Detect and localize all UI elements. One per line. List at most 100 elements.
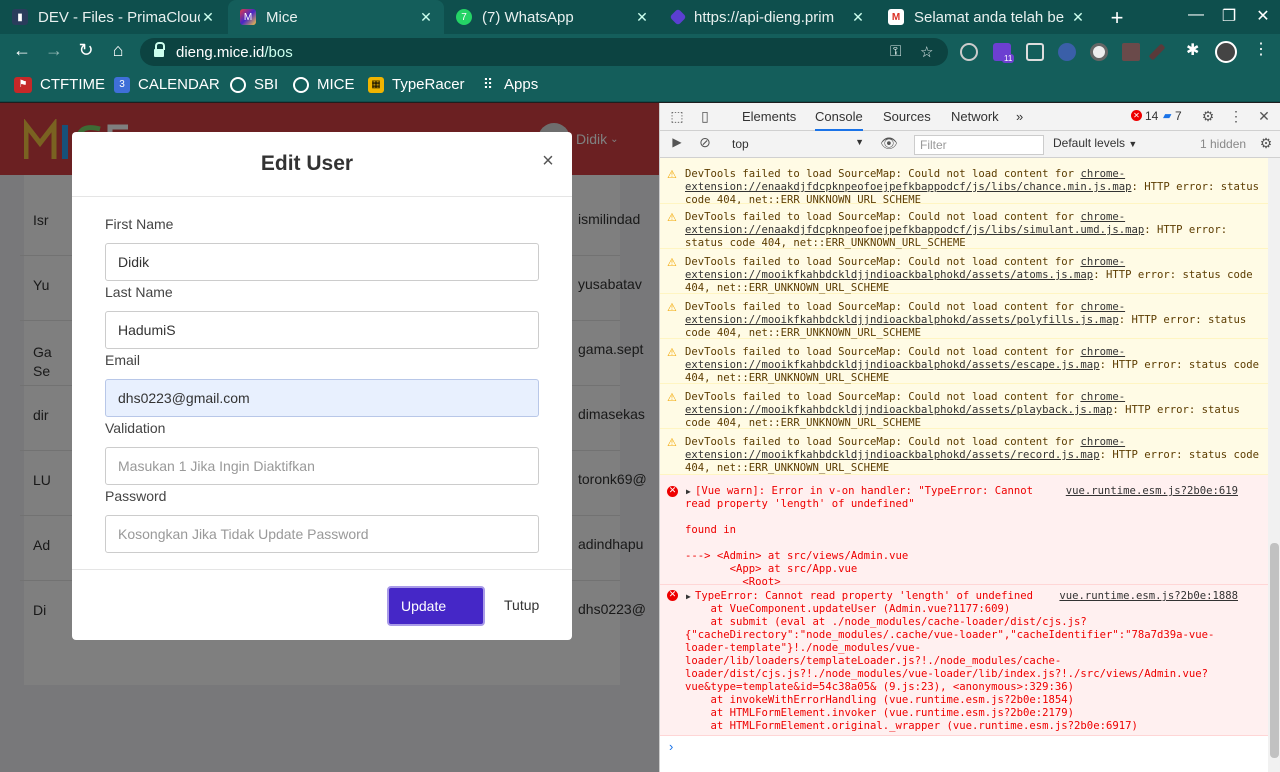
tab-primacloud[interactable]: ▮ DEV - Files - PrimaCloud ✕	[0, 0, 226, 34]
new-tab-button[interactable]: +	[1106, 5, 1128, 31]
reload-icon[interactable]: ↻	[74, 40, 98, 61]
console-settings-icon[interactable]: ⚙	[1258, 135, 1274, 152]
box-extension-icon[interactable]	[1122, 43, 1140, 61]
close-icon[interactable]: ✕	[418, 9, 434, 26]
last-name-input[interactable]: HadumiS	[105, 311, 539, 349]
first-name-label: First Name	[105, 216, 174, 232]
context-selector[interactable]: top ▼	[732, 137, 864, 151]
close-icon[interactable]: ✕	[634, 9, 650, 26]
tab-network[interactable]: Network	[951, 109, 999, 124]
forward-arrow-icon[interactable]: →	[42, 40, 66, 61]
close-icon[interactable]: ✕	[200, 9, 216, 26]
star-icon[interactable]: ☆	[920, 43, 933, 61]
close-icon[interactable]: ✕	[1256, 108, 1272, 125]
validation-input[interactable]: Masukan 1 Jika Ingin Diaktifkan	[105, 447, 539, 485]
globe-extension-icon[interactable]	[960, 43, 978, 61]
warning-icon: ⚠	[667, 256, 677, 269]
primacloud-icon: ▮	[12, 9, 28, 25]
bookmark-sbi[interactable]: SBI	[230, 76, 278, 93]
tutup-button[interactable]: Tutup	[504, 597, 539, 613]
home-icon[interactable]: ⌂	[106, 40, 130, 61]
validation-label: Validation	[105, 420, 166, 436]
lock-icon	[154, 42, 165, 58]
tab-gmail[interactable]: M Selamat anda telah be ✕	[876, 0, 1096, 34]
devtools-panel: ⬚ ▯ Elements Console Sources Network » ✕…	[659, 103, 1280, 772]
warning-text: DevTools failed to load SourceMap: Could…	[685, 436, 1081, 448]
sidebar-toggle-icon[interactable]: ▶	[669, 135, 685, 149]
error-count[interactable]: 14	[1145, 109, 1158, 123]
address-bar[interactable]: dieng.mice.id/bos ⚿ ☆	[140, 38, 948, 66]
console-warning: ⚠ DevTools failed to load SourceMap: Cou…	[660, 294, 1268, 339]
back-arrow-icon[interactable]: ←	[10, 40, 34, 61]
scrollbar-thumb[interactable]	[1270, 543, 1279, 758]
bookmark-apps[interactable]: ⠿ Apps	[480, 76, 538, 93]
console-output: ⚠ DevTools failed to load SourceMap: Cou…	[660, 158, 1268, 772]
kebab-menu-icon[interactable]: ⋮	[1228, 108, 1244, 125]
console-scrollbar[interactable]	[1268, 158, 1280, 772]
password-label: Password	[105, 488, 167, 504]
close-icon[interactable]: ×	[540, 150, 556, 173]
kebab-menu-icon[interactable]: ⋮	[1253, 39, 1269, 58]
error-icon: ✕	[667, 486, 678, 497]
device-toolbar-icon[interactable]: ▯	[697, 108, 713, 125]
globe-blue-extension-icon[interactable]	[1058, 43, 1076, 61]
close-icon[interactable]: ✕	[850, 9, 866, 26]
caret-down-icon: ▼	[855, 137, 864, 147]
bookmark-ctftime[interactable]: ⚑ CTFTIME	[14, 76, 105, 93]
warning-icon: ⚠	[667, 211, 677, 224]
stack-line: at submit (eval at ./node_modules/cache-…	[685, 616, 1087, 628]
log-levels-dropdown[interactable]: Default levels ▼	[1053, 136, 1137, 150]
vue-warn-found: found in	[685, 524, 737, 536]
tab-sources[interactable]: Sources	[883, 109, 931, 124]
vue-warn-line1: [Vue warn]: Error in v-on handler: "Type…	[695, 485, 1034, 497]
modal-footer: Update Tutup	[72, 569, 572, 640]
more-tabs-button[interactable]: »	[1016, 109, 1023, 124]
tab-elements[interactable]: Elements	[742, 109, 796, 124]
bookmark-label: Apps	[504, 76, 539, 93]
console-warning: ⚠ DevTools failed to load SourceMap: Cou…	[660, 384, 1268, 429]
record-extension-icon[interactable]	[1090, 43, 1108, 61]
console-warning: ⚠ DevTools failed to load SourceMap: Cou…	[660, 158, 1268, 206]
tab-title: (7) WhatsApp	[482, 8, 574, 26]
tab-mice[interactable]: M Mice ✕	[228, 0, 444, 34]
bookmark-label: SBI	[254, 76, 279, 93]
bookmark-mice[interactable]: MICE	[293, 76, 355, 93]
key-icon[interactable]: ⚿	[890, 43, 901, 60]
puzzle-icon[interactable]: ✱	[1186, 40, 1204, 59]
tab-title: Selamat anda telah be	[914, 8, 1065, 26]
password-input[interactable]: Kosongkan Jika Tidak Update Password	[105, 515, 539, 553]
warning-text: DevTools failed to load SourceMap: Could…	[685, 346, 1081, 358]
vue-warn-source[interactable]: vue.runtime.esm.js?2b0e:619	[1066, 485, 1238, 498]
modal-title: Edit User	[260, 152, 354, 175]
first-name-input[interactable]: Didik	[105, 243, 539, 281]
error-icon: ✕	[667, 590, 678, 601]
type-error-source[interactable]: vue.runtime.esm.js?2b0e:1888	[1059, 590, 1238, 603]
close-window-button[interactable]: ✕	[1253, 6, 1273, 26]
cube-extension-icon[interactable]	[1026, 43, 1044, 61]
close-icon[interactable]: ✕	[1070, 9, 1086, 26]
tab-console[interactable]: Console	[815, 109, 863, 131]
email-input[interactable]: dhs0223@gmail.com	[105, 379, 539, 417]
console-prompt[interactable]: ›	[669, 739, 673, 754]
message-count[interactable]: 7	[1175, 109, 1182, 123]
api-icon	[669, 8, 687, 26]
clear-console-icon[interactable]: ⊘	[697, 134, 713, 151]
inspect-element-icon[interactable]: ⬚	[669, 108, 685, 125]
gear-icon[interactable]: ⚙	[1200, 108, 1216, 125]
eye-icon[interactable]: 👁	[880, 135, 898, 152]
maximize-button[interactable]: ❐	[1219, 6, 1239, 26]
pen-extension-icon[interactable]	[1148, 43, 1166, 61]
expand-triangle-icon[interactable]: ▶	[686, 590, 691, 603]
extension-badge: 11	[1002, 54, 1015, 63]
tab-whatsapp[interactable]: 7 (7) WhatsApp ✕	[444, 0, 660, 34]
bookmark-calendar[interactable]: 3 CALENDAR	[114, 76, 220, 93]
warning-text: DevTools failed to load SourceMap: Could…	[685, 168, 1081, 180]
update-button[interactable]: Update	[387, 586, 485, 626]
bookmark-typeracer[interactable]: ▦ TypeRacer	[368, 76, 465, 93]
console-filter-input[interactable]: Filter	[914, 135, 1044, 155]
expand-triangle-icon[interactable]: ▶	[686, 485, 691, 498]
minimize-button[interactable]: —	[1186, 6, 1206, 24]
apps-grid-icon: ⠿	[482, 76, 494, 92]
tab-api[interactable]: https://api-dieng.prim ✕	[660, 0, 876, 34]
profile-avatar-icon[interactable]	[1215, 41, 1237, 63]
